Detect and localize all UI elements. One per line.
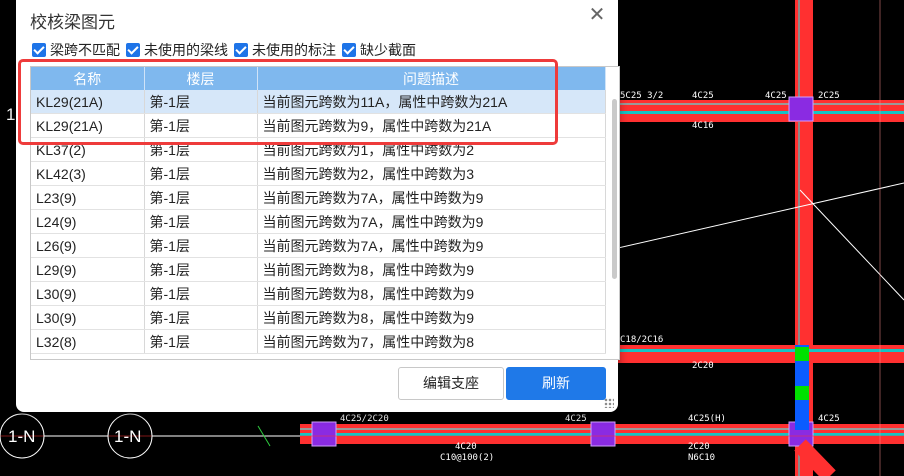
close-button[interactable]: ✕ <box>586 4 608 26</box>
checkbox-checked-icon[interactable] <box>342 43 356 57</box>
cell-description: 当前图元跨数为7A，属性中跨数为9 <box>257 209 606 234</box>
cad-label: 4C25 <box>818 414 840 424</box>
beam-horizontal-mid[interactable] <box>618 345 904 363</box>
cell-floor: 第-1层 <box>144 209 258 234</box>
cad-label: 4C25 <box>692 91 714 101</box>
issue-table[interactable]: 名称 楼层 问题描述 KL29(21A) 第-1层 当前图元跨数为11A，属性中跨数… <box>30 66 620 360</box>
cad-label: 4C25 <box>565 414 587 424</box>
column-header-name[interactable]: 名称 <box>31 67 145 90</box>
cell-description: 当前图元跨数为8，属性中跨数为9 <box>257 257 606 282</box>
cell-floor: 第-1层 <box>144 185 258 210</box>
cad-label: 2C25 <box>818 91 840 101</box>
table-row[interactable]: L23(9) 第-1层 当前图元跨数为7A，属性中跨数为9 <box>31 185 606 210</box>
cell-floor: 第-1层 <box>144 329 258 354</box>
cell-floor: 第-1层 <box>144 161 258 186</box>
cell-name: KL37(2) <box>31 137 145 162</box>
filter-label: 缺少截面 <box>360 42 416 58</box>
cad-label: C10@100(2) <box>440 453 494 463</box>
table-row[interactable]: KL29(21A) 第-1层 当前图元跨数为9，属性中跨数为21A <box>31 113 606 138</box>
cad-label: 4C16 <box>692 121 714 131</box>
checkbox-checked-icon[interactable] <box>32 43 46 57</box>
checkbox-checked-icon[interactable] <box>234 43 248 57</box>
checkbox-checked-icon[interactable] <box>126 43 140 57</box>
table-row[interactable]: L30(9) 第-1层 当前图元跨数为8，属性中跨数为9 <box>31 305 606 330</box>
cell-description: 当前图元跨数为1，属性中跨数为2 <box>257 137 606 162</box>
cell-floor: 第-1层 <box>144 137 258 162</box>
cell-floor: 第-1层 <box>144 90 258 114</box>
scrollbar-thumb[interactable] <box>612 99 617 279</box>
column-header-floor[interactable]: 楼层 <box>144 67 258 90</box>
refresh-button[interactable]: 刷新 <box>506 367 606 400</box>
filter-label: 梁跨不匹配 <box>50 42 120 58</box>
column-3[interactable] <box>590 421 616 447</box>
vertical-scrollbar[interactable] <box>611 91 617 359</box>
axis-label: 1-N <box>8 427 35 446</box>
cell-description: 当前图元跨数为8，属性中跨数为9 <box>257 305 606 330</box>
cell-description: 当前图元跨数为7，属性中跨数为8 <box>257 329 606 354</box>
column-2[interactable] <box>311 421 337 447</box>
column-header-description[interactable]: 问题描述 <box>257 67 606 90</box>
table-header-row: 名称 楼层 问题描述 <box>31 67 606 90</box>
axis-label: 1-N <box>114 427 141 446</box>
table-row[interactable]: L32(8) 第-1层 当前图元跨数为7，属性中跨数为8 <box>31 329 606 354</box>
cell-name: L24(9) <box>31 209 145 234</box>
filter-unused-beam-lines[interactable]: 未使用的梁线 <box>126 40 228 60</box>
axis-label: 1 <box>6 105 15 124</box>
cell-floor: 第-1层 <box>144 113 258 138</box>
cell-floor: 第-1层 <box>144 233 258 258</box>
cell-name: KL42(3) <box>31 161 145 186</box>
cell-name: L30(9) <box>31 305 145 330</box>
cell-floor: 第-1层 <box>144 281 258 306</box>
filter-missing-section[interactable]: 缺少截面 <box>342 40 416 60</box>
table-row[interactable]: L29(9) 第-1层 当前图元跨数为8，属性中跨数为9 <box>31 257 606 282</box>
cad-label: 4C25/2C20 <box>340 414 389 424</box>
cad-label: 4C20 <box>455 442 477 452</box>
cad-label: 4C25 <box>765 91 787 101</box>
table-row[interactable]: KL29(21A) 第-1层 当前图元跨数为11A，属性中跨数为21A <box>31 90 606 114</box>
cad-label: C18/2C16 <box>620 335 663 345</box>
filter-span-mismatch[interactable]: 梁跨不匹配 <box>32 40 120 60</box>
cell-name: L23(9) <box>31 185 145 210</box>
table-row[interactable]: KL37(2) 第-1层 当前图元跨数为1，属性中跨数为2 <box>31 137 606 162</box>
beam-check-dialog: 校核梁图元 ✕ 梁跨不匹配 未使用的梁线 未使用的标注 缺少截面 名称 楼层 问… <box>16 0 620 412</box>
cell-description: 当前图元跨数为7A，属性中跨数为9 <box>257 233 606 258</box>
cell-floor: 第-1层 <box>144 305 258 330</box>
column-1[interactable] <box>788 96 814 122</box>
cell-floor: 第-1层 <box>144 257 258 282</box>
cell-description: 当前图元跨数为8，属性中跨数为9 <box>257 281 606 306</box>
table-row[interactable]: L24(9) 第-1层 当前图元跨数为7A，属性中跨数为9 <box>31 209 606 234</box>
cad-label: 2C20 <box>692 361 714 371</box>
dialog-title: 校核梁图元 <box>30 13 115 32</box>
edit-support-button[interactable]: 编辑支座 <box>398 367 504 400</box>
beam-horizontal-top[interactable] <box>618 100 904 122</box>
table-row[interactable]: KL42(3) 第-1层 当前图元跨数为2，属性中跨数为3 <box>31 161 606 186</box>
resize-grip-icon[interactable] <box>604 398 614 408</box>
cell-description: 当前图元跨数为9，属性中跨数为21A <box>257 113 606 138</box>
table-row[interactable]: L30(9) 第-1层 当前图元跨数为8，属性中跨数为9 <box>31 281 606 306</box>
cell-name: KL29(21A) <box>31 90 145 114</box>
filter-unused-annotations[interactable]: 未使用的标注 <box>234 40 336 60</box>
filter-bar: 梁跨不匹配 未使用的梁线 未使用的标注 缺少截面 <box>32 41 422 59</box>
cell-name: KL29(21A) <box>31 113 145 138</box>
cad-label: 4C25(H) <box>688 414 726 424</box>
cell-name: L29(9) <box>31 257 145 282</box>
filter-label: 未使用的梁线 <box>144 42 228 58</box>
cell-name: L26(9) <box>31 233 145 258</box>
cell-name: L32(8) <box>31 329 145 354</box>
cad-label: 5C25 3/2 <box>620 91 663 101</box>
cad-label: N6C10 <box>688 453 715 463</box>
filter-label: 未使用的标注 <box>252 42 336 58</box>
cad-label: 2C20 <box>688 442 710 452</box>
cell-description: 当前图元跨数为2，属性中跨数为3 <box>257 161 606 186</box>
cell-name: L30(9) <box>31 281 145 306</box>
cell-description: 当前图元跨数为7A，属性中跨数为9 <box>257 185 606 210</box>
cell-description: 当前图元跨数为11A，属性中跨数为21A <box>257 90 606 114</box>
table-row[interactable]: L26(9) 第-1层 当前图元跨数为7A，属性中跨数为9 <box>31 233 606 258</box>
